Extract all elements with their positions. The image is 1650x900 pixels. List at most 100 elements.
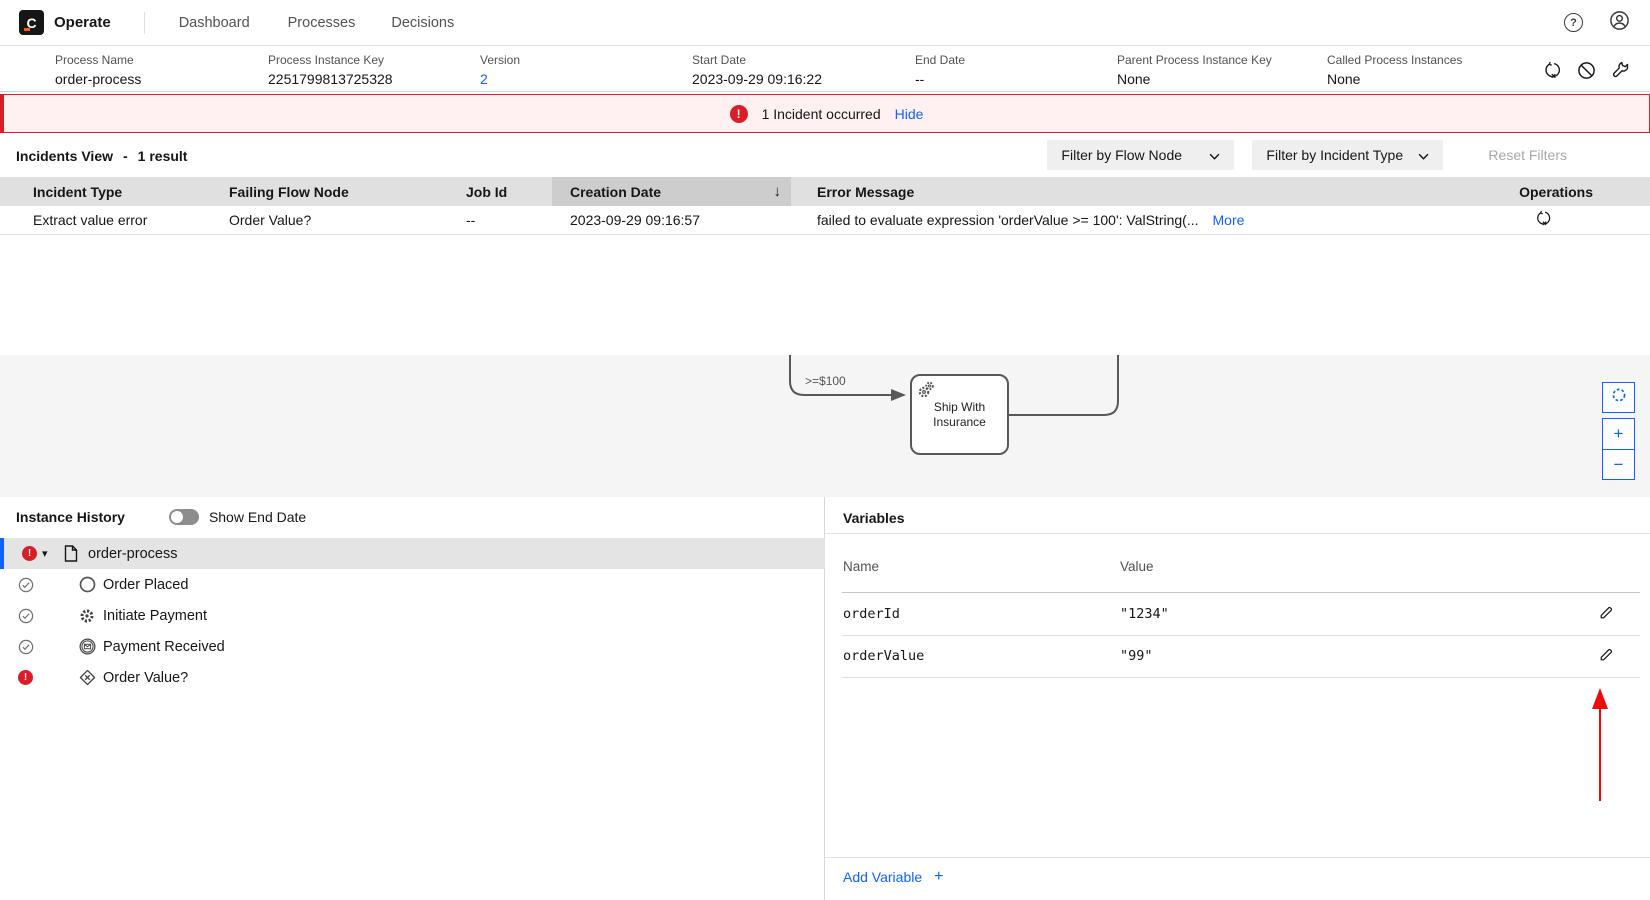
col-job-id[interactable]: Job Id (433, 184, 552, 200)
filter-by-incident-type-dropdown[interactable]: Filter by Incident Type (1252, 140, 1443, 170)
tree-item-label: Initiate Payment (103, 608, 207, 624)
modify-instance-button[interactable] (1611, 61, 1630, 83)
incident-banner-icon: ! (730, 105, 748, 123)
app-title: Operate (54, 14, 111, 31)
nav-item-dashboard[interactable]: Dashboard (179, 15, 250, 31)
service-task-gears-icon (916, 380, 936, 404)
tree-item-label: Payment Received (103, 639, 225, 655)
col-creation-date[interactable]: Creation Date ↓ (552, 177, 791, 206)
tree-item-label: Order Value? (103, 670, 188, 686)
hide-incidents-link[interactable]: Hide (895, 106, 924, 122)
retry-icon (1543, 61, 1562, 83)
pencil-icon (1598, 609, 1614, 624)
field-process-name: Process Name order-process (55, 53, 141, 89)
variables-col-name: Name (843, 559, 879, 574)
divider (842, 677, 1640, 678)
failing-flow-node-cell: Order Value? (196, 212, 433, 228)
chevron-down-icon (1209, 147, 1220, 163)
incidents-view-panel: Incidents View-1 result Filter by Flow N… (0, 133, 1650, 355)
variables-title: Variables (843, 510, 905, 526)
col-incident-type[interactable]: Incident Type (0, 184, 196, 200)
field-start-date: Start Date 2023-09-29 09:16:22 (692, 53, 822, 89)
start-event-icon (79, 576, 96, 593)
col-error-message: Error Message (791, 184, 1500, 200)
reset-diagram-zoom-button[interactable] (1602, 382, 1635, 413)
edit-variable-button[interactable] (1598, 647, 1614, 666)
incidents-view-title: Incidents View-1 result (16, 148, 187, 164)
variable-row-orderValue: orderValue "99" (825, 635, 1650, 677)
camunda-logo: C (19, 10, 44, 35)
divider (825, 857, 1650, 858)
tree-row-order-placed[interactable]: Order Placed (0, 569, 825, 600)
creation-date-cell: 2023-09-29 09:16:57 (552, 212, 791, 228)
bottom-panels: Instance History Show End Date ! ▾ order… (0, 497, 1650, 900)
error-message-more-link[interactable]: More (1213, 212, 1245, 228)
nav-divider (144, 12, 145, 34)
instance-header: ! Process Name order-process Process Ins… (0, 47, 1650, 92)
error-message-cell: failed to evaluate expression 'orderValu… (791, 212, 1500, 228)
reset-filters-button[interactable]: Reset Filters (1488, 147, 1567, 163)
user-profile-icon[interactable] (1609, 10, 1630, 36)
retry-incident-button[interactable] (1535, 210, 1552, 230)
show-end-date-label: Show End Date (209, 509, 306, 525)
tree-item-label: Order Placed (103, 577, 188, 593)
incidents-result-count: 1 result (138, 148, 188, 164)
process-diagram-panel: >=$100 Ship With Insurance + (0, 355, 1650, 497)
completed-check-icon (18, 608, 34, 624)
edit-variable-button[interactable] (1598, 605, 1614, 624)
incident-state-icon: ! (18, 670, 33, 685)
cancel-instance-button[interactable] (1577, 61, 1596, 83)
plus-icon: + (934, 868, 943, 886)
top-navigation: C Operate Dashboard Processes Decisions … (0, 0, 1650, 46)
zoom-out-button[interactable]: − (1602, 449, 1635, 480)
sort-descending-icon: ↓ (774, 183, 782, 200)
help-icon[interactable]: ? (1564, 13, 1583, 32)
sequence-flow-arrowhead (891, 389, 906, 401)
incident-banner-message: 1 Incident occurred (762, 106, 881, 122)
instance-history-panel: Instance History Show End Date ! ▾ order… (0, 497, 825, 900)
reset-zoom-icon (1611, 387, 1627, 408)
variable-name: orderValue (843, 648, 924, 664)
filter-by-flow-node-dropdown[interactable]: Filter by Flow Node (1047, 140, 1234, 170)
completed-check-icon (18, 577, 34, 593)
cancel-icon (1577, 61, 1596, 83)
variable-row-orderId: orderId "1234" (825, 593, 1650, 635)
show-end-date-toggle[interactable] (169, 509, 199, 525)
pencil-icon (1598, 651, 1614, 666)
tree-row-order-value[interactable]: ! Order Value? (0, 662, 825, 693)
nav-item-processes[interactable]: Processes (288, 15, 356, 31)
nav-item-decisions[interactable]: Decisions (391, 15, 454, 31)
incident-state-icon: ! (22, 546, 37, 561)
tree-row-payment-received[interactable]: Payment Received (0, 631, 825, 662)
task-name: Ship With Insurance (912, 400, 1007, 430)
incident-type-cell: Extract value error (0, 212, 196, 228)
tree-row-order-process[interactable]: ! ▾ order-process (0, 538, 825, 569)
field-end-date: End Date -- (915, 53, 965, 89)
variables-col-value: Value (1120, 559, 1154, 574)
field-called-process-instances: Called Process Instances None (1327, 53, 1462, 89)
completed-check-icon (18, 639, 34, 655)
col-failing-flow-node[interactable]: Failing Flow Node (196, 184, 433, 200)
chevron-down-icon (1418, 147, 1429, 163)
add-variable-button[interactable]: Add Variable + (843, 868, 943, 886)
retry-instance-button[interactable] (1543, 61, 1562, 83)
incidents-table-header: Incident Type Failing Flow Node Job Id C… (0, 177, 1650, 206)
retry-icon (1535, 210, 1552, 230)
wrench-icon (1611, 61, 1630, 83)
operate-instance-page: C Operate Dashboard Processes Decisions … (0, 0, 1650, 900)
red-annotation-arrow (1592, 688, 1608, 801)
process-document-icon (64, 545, 78, 562)
zoom-in-button[interactable]: + (1602, 418, 1635, 449)
tree-row-initiate-payment[interactable]: Initiate Payment (0, 600, 825, 631)
incident-row[interactable]: Extract value error Order Value? -- 2023… (0, 206, 1650, 235)
version-link[interactable]: 2 (480, 70, 520, 89)
exclusive-gateway-icon (79, 669, 96, 686)
col-operations: Operations (1500, 184, 1650, 200)
divider (825, 533, 1650, 534)
bpmn-task-ship-with-insurance[interactable]: Ship With Insurance (910, 374, 1009, 455)
field-parent-process-instance-key: Parent Process Instance Key None (1117, 53, 1272, 89)
tree-item-label: order-process (88, 546, 177, 562)
incident-banner: ! 1 Incident occurred Hide (0, 94, 1650, 133)
sequence-flow-label: >=$100 (805, 374, 846, 388)
caret-down-icon[interactable]: ▾ (42, 547, 48, 560)
